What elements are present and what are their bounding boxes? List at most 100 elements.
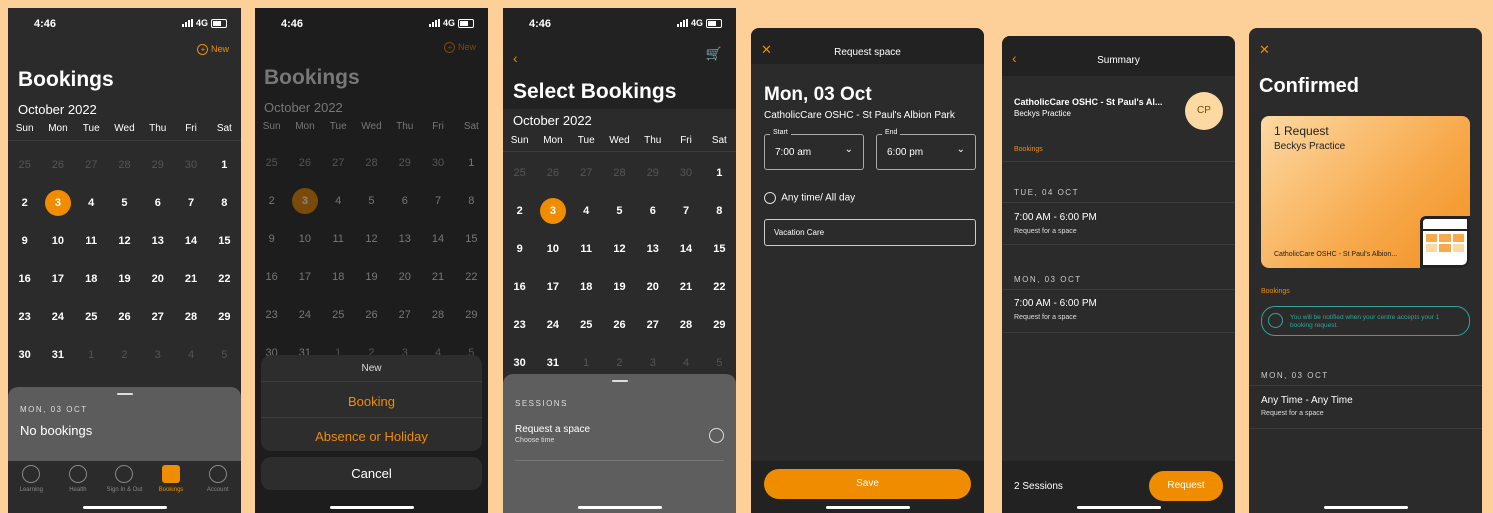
- calendar-day[interactable]: 14: [669, 243, 702, 255]
- calendar-day[interactable]: 2: [108, 349, 141, 361]
- calendar-day[interactable]: 27: [75, 159, 108, 171]
- any-time-option[interactable]: Any time/ All day: [764, 192, 855, 204]
- calendar-day[interactable]: 27: [141, 311, 174, 323]
- request-button[interactable]: Request: [1149, 471, 1223, 501]
- calendar-day[interactable]: 27: [388, 309, 421, 321]
- new-button[interactable]: + New: [444, 42, 476, 53]
- calendar-day[interactable]: 19: [108, 273, 141, 285]
- new-button[interactable]: + New: [197, 44, 229, 55]
- radio-button[interactable]: [709, 428, 724, 443]
- calendar-day[interactable]: 26: [41, 159, 74, 171]
- calendar-day[interactable]: 17: [41, 273, 74, 285]
- calendar-day[interactable]: 4: [669, 357, 702, 369]
- calendar-day[interactable]: 9: [503, 243, 536, 255]
- calendar-day[interactable]: 3: [141, 349, 174, 361]
- calendar-day[interactable]: 26: [536, 167, 569, 179]
- calendar-day[interactable]: 5: [208, 349, 241, 361]
- calendar-day[interactable]: 4: [75, 197, 108, 209]
- calendar-day[interactable]: 30: [174, 159, 207, 171]
- calendar-day[interactable]: 4: [570, 205, 603, 217]
- calendar-day[interactable]: 5: [603, 205, 636, 217]
- calendar-day[interactable]: 15: [703, 243, 736, 255]
- request-card[interactable]: 1 Request Beckys Practice CatholicCare O…: [1261, 116, 1470, 268]
- calendar-day[interactable]: 1: [455, 157, 488, 169]
- calendar-day[interactable]: 11: [75, 235, 108, 247]
- cancel-button[interactable]: Cancel: [261, 457, 482, 490]
- save-button[interactable]: Save: [764, 469, 971, 499]
- calendar-day[interactable]: 18: [75, 273, 108, 285]
- calendar-day[interactable]: 21: [669, 281, 702, 293]
- calendar-day[interactable]: 14: [421, 233, 454, 245]
- sheet-handle[interactable]: [611, 380, 628, 382]
- calendar-day[interactable]: 25: [322, 309, 355, 321]
- calendar-day[interactable]: 28: [355, 157, 388, 169]
- calendar-day[interactable]: 7: [669, 205, 702, 217]
- calendar-day[interactable]: 13: [141, 235, 174, 247]
- calendar-day[interactable]: 28: [669, 319, 702, 331]
- calendar-day[interactable]: 10: [536, 243, 569, 255]
- start-time-select[interactable]: Start 7:00 am ⌄: [764, 129, 864, 170]
- sheet-handle[interactable]: [116, 393, 133, 395]
- calendar-day[interactable]: 1: [703, 167, 736, 179]
- calendar-day[interactable]: 23: [8, 311, 41, 323]
- calendar-day[interactable]: 26: [108, 311, 141, 323]
- calendar-day[interactable]: 18: [322, 271, 355, 283]
- calendar-day[interactable]: 2: [603, 357, 636, 369]
- calendar-day[interactable]: 27: [322, 157, 355, 169]
- calendar-day[interactable]: 29: [455, 309, 488, 321]
- calendar-day[interactable]: 25: [570, 319, 603, 331]
- calendar-day[interactable]: 29: [141, 159, 174, 171]
- cart-icon[interactable]: 🛒: [706, 46, 722, 62]
- calendar-day[interactable]: 16: [255, 271, 288, 283]
- calendar-day[interactable]: 22: [208, 273, 241, 285]
- calendar-day[interactable]: 21: [174, 273, 207, 285]
- calendar-day[interactable]: 21: [421, 271, 454, 283]
- calendar-day[interactable]: 27: [636, 319, 669, 331]
- calendar-day[interactable]: 19: [355, 271, 388, 283]
- calendar-day[interactable]: 20: [636, 281, 669, 293]
- calendar-day[interactable]: 6: [141, 197, 174, 209]
- calendar-day[interactable]: 7: [174, 197, 207, 209]
- calendar-day[interactable]: 26: [288, 157, 321, 169]
- calendar-day[interactable]: 11: [322, 233, 355, 245]
- calendar-day[interactable]: 23: [503, 319, 536, 331]
- calendar-day[interactable]: 9: [255, 233, 288, 245]
- calendar-day[interactable]: 17: [288, 271, 321, 283]
- calendar-day[interactable]: 30: [503, 357, 536, 369]
- calendar-day[interactable]: 18: [570, 281, 603, 293]
- calendar-day[interactable]: 7: [421, 195, 454, 207]
- calendar-day[interactable]: 1: [75, 349, 108, 361]
- calendar-day[interactable]: 3: [636, 357, 669, 369]
- calendar-day[interactable]: 5: [355, 195, 388, 207]
- absence-option[interactable]: Absence or Holiday: [261, 429, 482, 444]
- calendar-day[interactable]: 1: [570, 357, 603, 369]
- calendar-day[interactable]: 17: [536, 281, 569, 293]
- calendar-day[interactable]: 8: [703, 205, 736, 217]
- calendar-day[interactable]: 6: [388, 195, 421, 207]
- calendar-day[interactable]: 5: [703, 357, 736, 369]
- calendar-day[interactable]: 30: [669, 167, 702, 179]
- session-row[interactable]: Request a space Choose time: [515, 424, 724, 461]
- calendar-day[interactable]: 16: [503, 281, 536, 293]
- calendar-day[interactable]: 19: [603, 281, 636, 293]
- tab-account[interactable]: Account: [194, 461, 241, 513]
- calendar-day[interactable]: 4: [322, 195, 355, 207]
- calendar-day[interactable]: 3: [536, 198, 569, 224]
- bookings-link[interactable]: Bookings: [1261, 288, 1290, 295]
- calendar-day[interactable]: 8: [208, 197, 241, 209]
- calendar-day[interactable]: 31: [41, 349, 74, 361]
- calendar-day[interactable]: 4: [174, 349, 207, 361]
- calendar-day[interactable]: 2: [8, 197, 41, 209]
- calendar-day[interactable]: 25: [503, 167, 536, 179]
- calendar-day[interactable]: 28: [421, 309, 454, 321]
- calendar-day[interactable]: 24: [288, 309, 321, 321]
- calendar-day[interactable]: 3: [288, 188, 321, 214]
- calendar-day[interactable]: 2: [503, 205, 536, 217]
- calendar-day[interactable]: 13: [388, 233, 421, 245]
- calendar-day[interactable]: 5: [108, 197, 141, 209]
- calendar-day[interactable]: 25: [8, 159, 41, 171]
- back-icon[interactable]: ‹: [513, 50, 518, 66]
- calendar-day[interactable]: 29: [208, 311, 241, 323]
- sessions-sheet[interactable]: SESSIONS Request a space Choose time: [503, 374, 736, 513]
- care-type-input[interactable]: Vacation Care: [764, 219, 976, 246]
